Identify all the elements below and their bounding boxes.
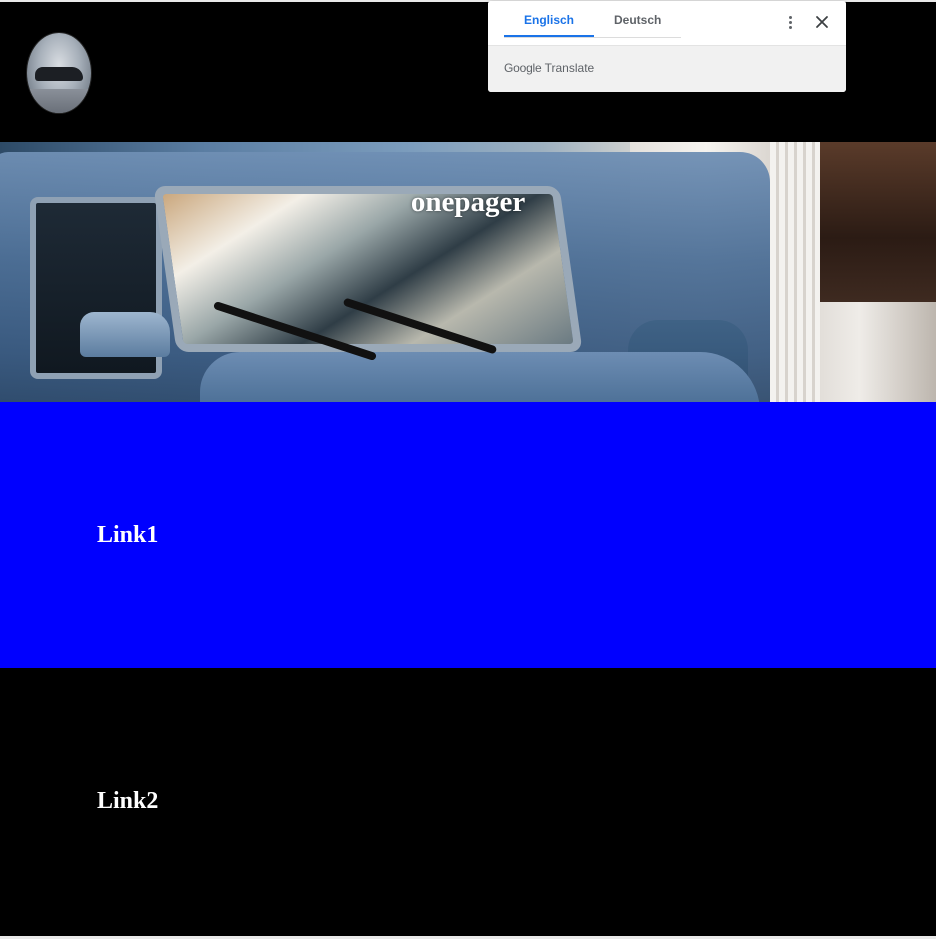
menu-dot: [788, 20, 792, 24]
hero-banner: onepager: [0, 142, 936, 402]
section-link2: Link2: [0, 668, 936, 936]
brand-google: Google: [504, 61, 542, 75]
google-translate-popup: Englisch Deutsch Google Translate: [488, 1, 846, 92]
translate-header: Englisch Deutsch: [488, 1, 846, 46]
logo-avatar[interactable]: [27, 33, 91, 113]
hero-column: [770, 142, 820, 402]
hero-title: onepager: [410, 186, 526, 218]
tab-deutsch[interactable]: Deutsch: [594, 1, 681, 37]
menu-dot: [788, 15, 792, 19]
translate-footer: Google Translate: [488, 46, 846, 92]
hero-car-mirror: [80, 312, 170, 357]
logo-road: [27, 89, 91, 113]
logo-car-icon: [35, 67, 83, 81]
hero-car-hood: [200, 352, 760, 402]
tab-englisch[interactable]: Englisch: [504, 1, 595, 37]
section-link1: Link1: [0, 402, 936, 668]
page: onepager Link1 Link2 Englisch Deutsch Go…: [0, 0, 936, 939]
menu-dot: [788, 25, 792, 29]
brand-product: Translate: [544, 61, 595, 75]
google-translate-brand: Google Translate: [504, 61, 594, 75]
more-vert-icon[interactable]: [780, 11, 800, 33]
section-heading-link2[interactable]: Link2: [97, 788, 158, 815]
hero-shop-window: [820, 142, 936, 302]
section-heading-link1[interactable]: Link1: [97, 522, 158, 549]
close-icon[interactable]: [812, 11, 832, 33]
translate-language-tabs: Englisch Deutsch: [504, 1, 682, 38]
